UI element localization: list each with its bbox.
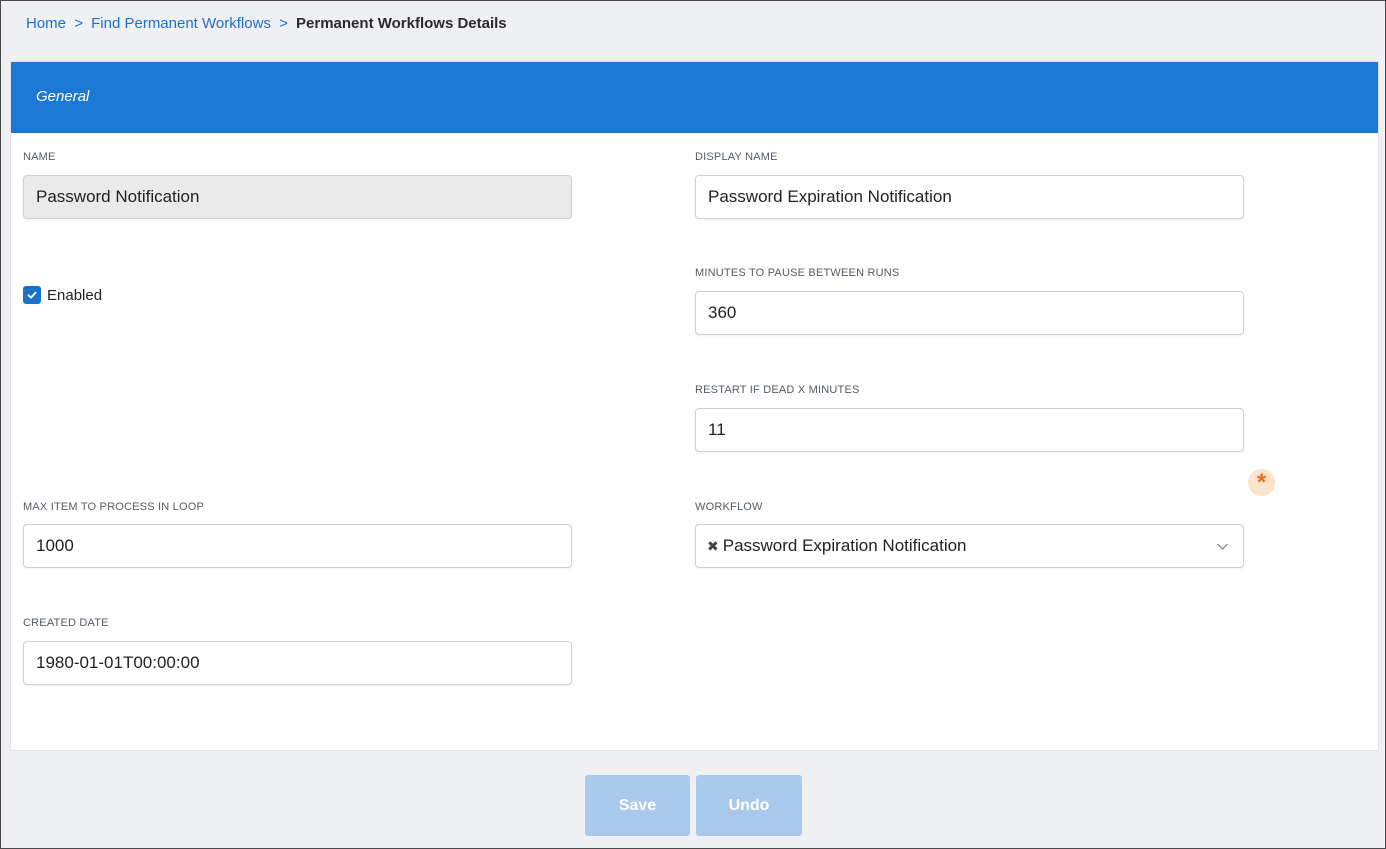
- general-card: General NAME Password Notification DISPL…: [10, 61, 1379, 751]
- enabled-checkbox[interactable]: [23, 286, 41, 304]
- section-header: General: [11, 62, 1378, 133]
- minutes-pause-label: MINUTES TO PAUSE BETWEEN RUNS: [695, 267, 900, 279]
- display-name-field[interactable]: Password Expiration Notification: [695, 175, 1244, 219]
- max-items-label: MAX ITEM TO PROCESS IN LOOP: [23, 501, 205, 513]
- enabled-checkbox-row[interactable]: Enabled: [23, 286, 102, 304]
- name-field: Password Notification: [23, 175, 572, 219]
- section-title: General: [36, 88, 90, 105]
- save-button[interactable]: Save: [585, 775, 690, 836]
- restart-dead-label: RESTART IF DEAD X MINUTES: [695, 384, 860, 396]
- workflow-select[interactable]: ✖ Password Expiration Notification: [695, 524, 1244, 568]
- page-frame: Home > Find Permanent Workflows > Perman…: [0, 0, 1386, 849]
- workflow-selected: ✖ Password Expiration Notification: [707, 525, 967, 567]
- breadcrumb-current: Permanent Workflows Details: [296, 15, 507, 32]
- breadcrumb-separator: >: [74, 15, 83, 32]
- created-date-label: CREATED DATE: [23, 617, 109, 629]
- created-date-field[interactable]: 1980-01-01T00:00:00: [23, 641, 572, 685]
- minutes-pause-field[interactable]: 360: [695, 291, 1244, 335]
- chevron-down-icon[interactable]: [1216, 540, 1229, 553]
- restart-dead-field[interactable]: 11: [695, 408, 1244, 452]
- name-label: NAME: [23, 151, 56, 163]
- breadcrumb-find-link[interactable]: Find Permanent Workflows: [91, 15, 271, 32]
- check-icon: [27, 291, 37, 299]
- breadcrumb: Home > Find Permanent Workflows > Perman…: [26, 14, 507, 34]
- max-items-field[interactable]: 1000: [23, 524, 572, 568]
- display-name-label: DISPLAY NAME: [695, 151, 778, 163]
- enabled-label: Enabled: [47, 286, 103, 304]
- required-marker-icon: *: [1248, 469, 1275, 496]
- undo-button[interactable]: Undo: [696, 775, 802, 836]
- breadcrumb-separator: >: [279, 15, 288, 32]
- workflow-value: Password Expiration Notification: [722, 536, 967, 555]
- clear-selection-icon[interactable]: ✖: [707, 538, 719, 554]
- breadcrumb-home-link[interactable]: Home: [26, 15, 66, 32]
- workflow-label: WORKFLOW: [695, 501, 763, 513]
